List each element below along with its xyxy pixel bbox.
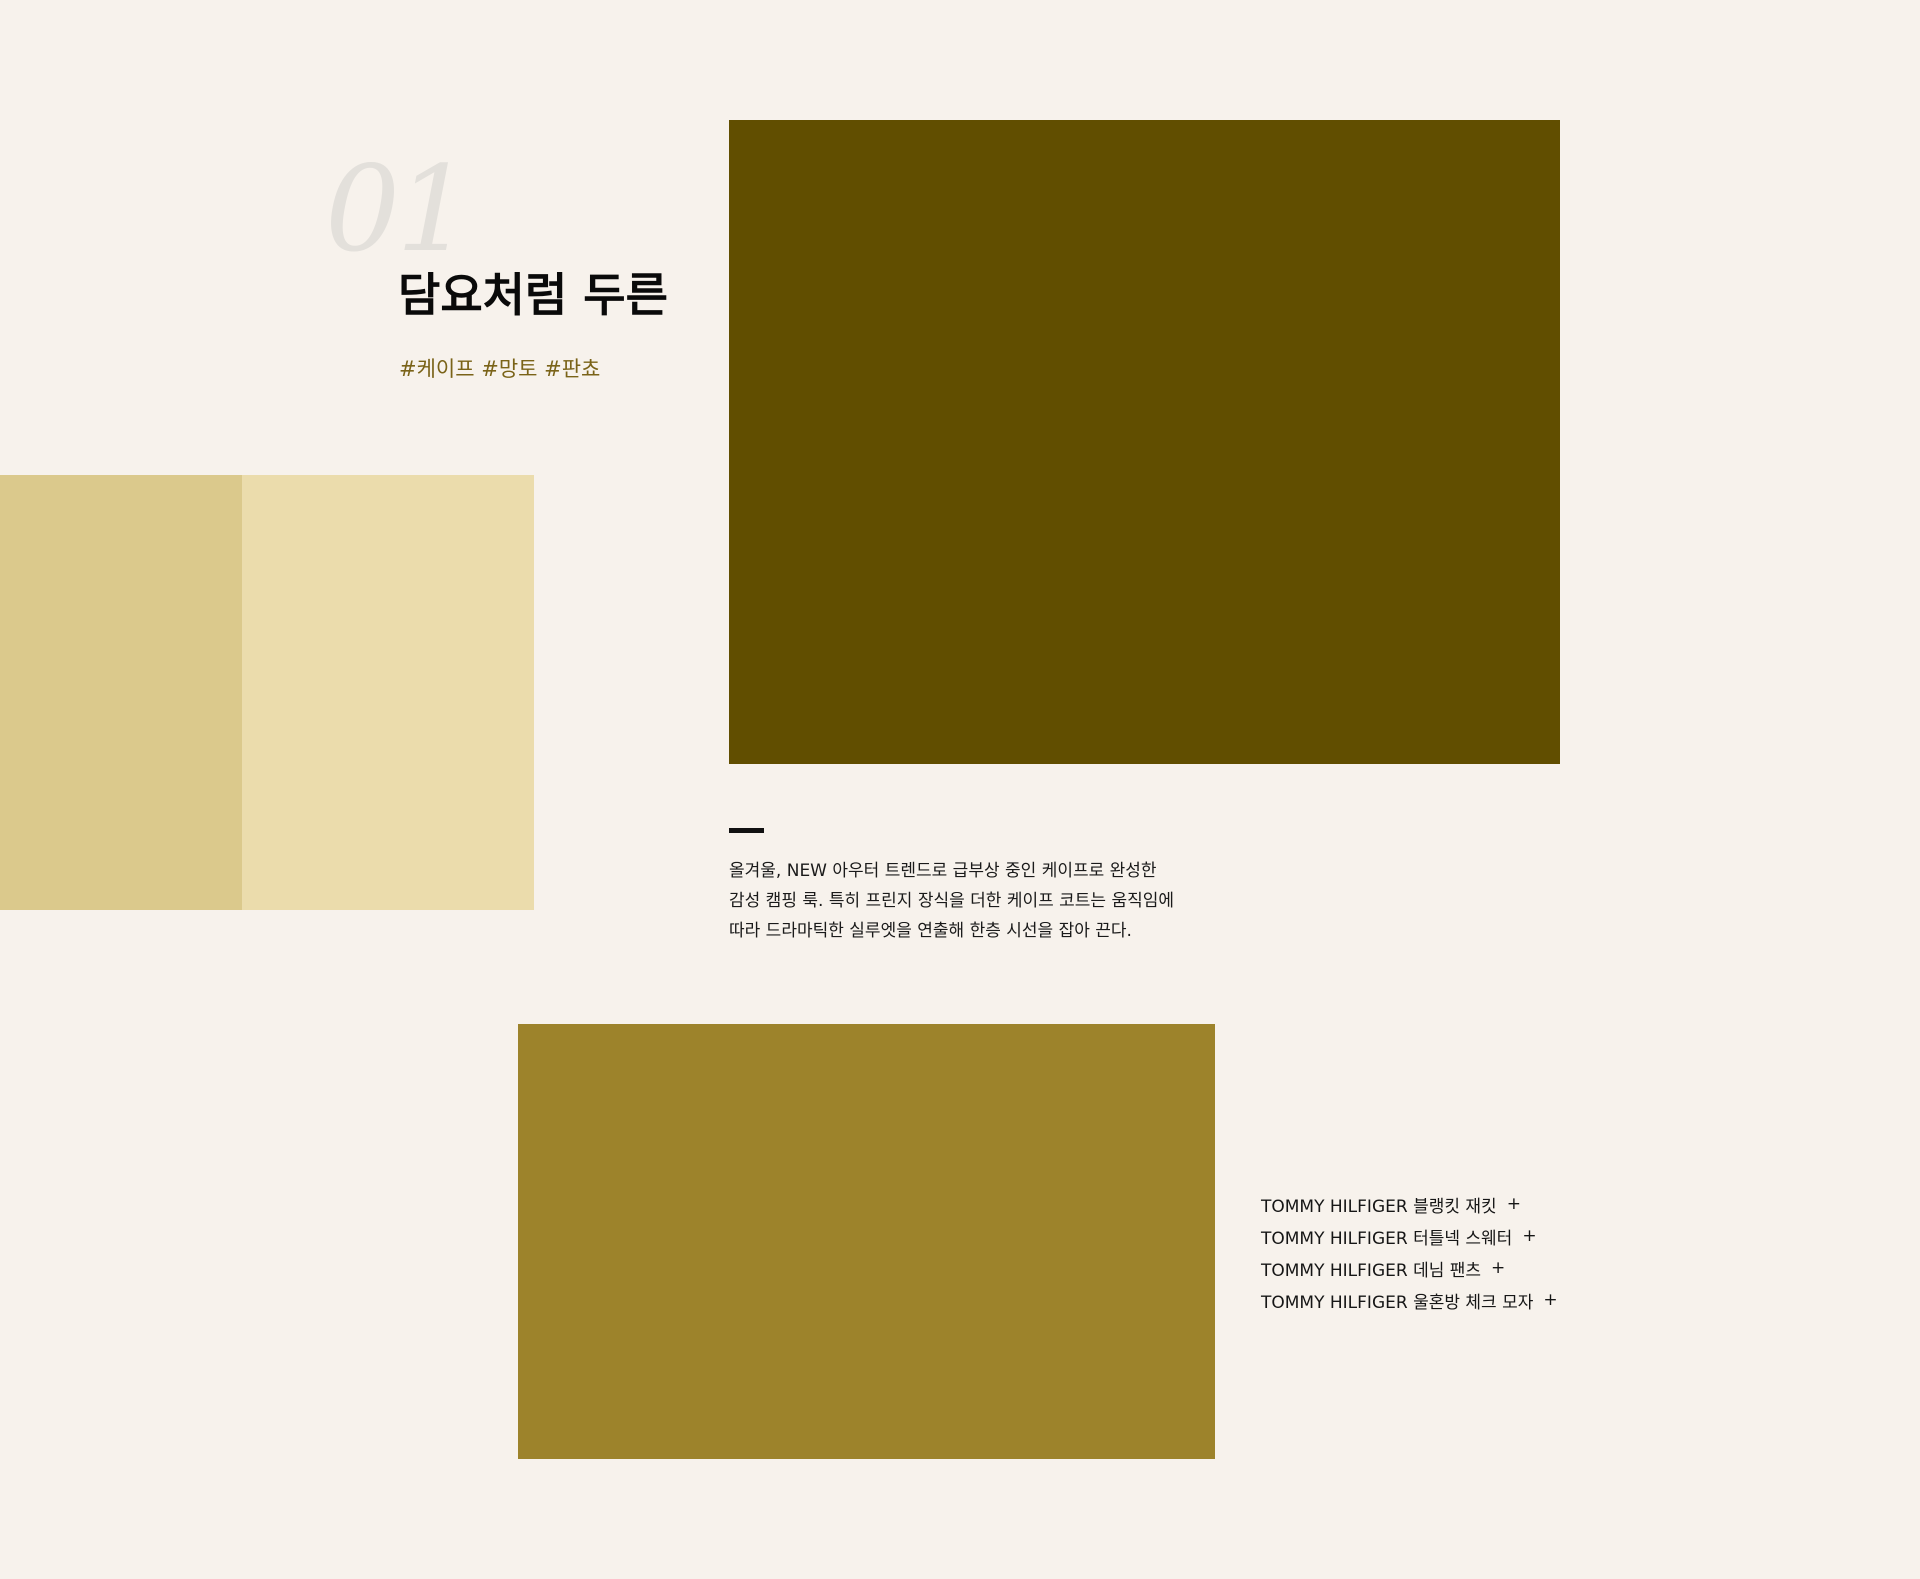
- left-image-panel-b: [242, 475, 534, 910]
- product-item[interactable]: TOMMY HILFIGER 터틀넥 스웨터 +: [1261, 1220, 1558, 1252]
- description-line: 올겨울, NEW 아우터 트렌드로 급부상 중인 케이프로 완성한: [729, 861, 1157, 881]
- product-item[interactable]: TOMMY HILFIGER 데님 팬츠 +: [1261, 1252, 1558, 1284]
- section-number: 01: [325, 140, 471, 278]
- accent-divider: [729, 828, 764, 833]
- product-label: TOMMY HILFIGER 데님 팬츠: [1261, 1260, 1482, 1281]
- hashtags: #케이프 #망토 #판쵸: [399, 357, 601, 381]
- left-image-panel-a: [0, 475, 242, 910]
- description-line: 감성 캠핑 룩. 특히 프린지 장식을 더한 케이프 코트는 움직임에: [729, 891, 1175, 911]
- product-label: TOMMY HILFIGER 울혼방 체크 모자: [1261, 1292, 1534, 1313]
- product-item[interactable]: TOMMY HILFIGER 블랭킷 재킷 +: [1261, 1188, 1558, 1220]
- lower-image: [518, 1024, 1215, 1459]
- plus-icon[interactable]: +: [1522, 1226, 1536, 1246]
- section-title: 담요처럼 두른: [398, 268, 668, 322]
- description-line: 따라 드라마틱한 실루엣을 연출해 한층 시선을 잡아 끈다.: [729, 921, 1132, 941]
- plus-icon[interactable]: +: [1543, 1290, 1557, 1310]
- plus-icon[interactable]: +: [1491, 1258, 1505, 1278]
- product-label: TOMMY HILFIGER 블랭킷 재킷: [1261, 1196, 1497, 1217]
- product-label: TOMMY HILFIGER 터틀넥 스웨터: [1261, 1228, 1513, 1249]
- plus-icon[interactable]: +: [1507, 1194, 1521, 1214]
- description-text: 올겨울, NEW 아우터 트렌드로 급부상 중인 케이프로 완성한 감성 캠핑 …: [729, 856, 1249, 946]
- product-item[interactable]: TOMMY HILFIGER 울혼방 체크 모자 +: [1261, 1284, 1558, 1316]
- hero-image: [729, 120, 1560, 764]
- product-list: TOMMY HILFIGER 블랭킷 재킷 + TOMMY HILFIGER 터…: [1261, 1188, 1558, 1316]
